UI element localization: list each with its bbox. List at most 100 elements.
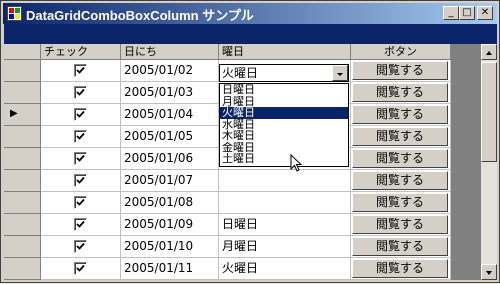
chevron-down-icon	[337, 73, 343, 76]
table-row[interactable]: 2005/01/10 月曜日 閲覧する	[4, 236, 451, 258]
table-row[interactable]: 2005/01/07 閲覧する	[4, 170, 451, 192]
row-checkbox[interactable]	[74, 152, 87, 165]
combo-dropdown-list[interactable]: 日曜日 月曜日 火曜日 水曜日 木曜日 金曜日 土曜日	[219, 83, 349, 167]
day-combobox[interactable]: 火曜日	[219, 64, 349, 82]
row-header[interactable]	[4, 236, 41, 258]
date-cell[interactable]: 2005/01/10	[121, 236, 219, 258]
date-cell[interactable]: 2005/01/11	[121, 258, 219, 280]
scroll-up-button[interactable]	[481, 44, 497, 60]
button-cell: 閲覧する	[351, 170, 451, 192]
row-checkbox[interactable]	[74, 218, 87, 231]
check-icon	[76, 220, 85, 228]
app-icon	[7, 6, 22, 21]
view-button[interactable]: 閲覧する	[352, 105, 448, 124]
check-cell	[41, 236, 121, 258]
view-button[interactable]: 閲覧する	[352, 215, 448, 234]
maximize-icon: □	[462, 7, 472, 18]
row-checkbox[interactable]	[74, 240, 87, 253]
column-header-day[interactable]: 曜日	[219, 44, 351, 60]
check-cell	[41, 82, 121, 104]
day-cell[interactable]: 火曜日	[219, 258, 351, 280]
maximize-button[interactable]: □	[459, 6, 475, 20]
scroll-thumb[interactable]	[481, 62, 497, 162]
button-cell: 閲覧する	[351, 258, 451, 280]
check-cell	[41, 126, 121, 148]
view-button[interactable]: 閲覧する	[352, 61, 448, 80]
dropdown-option[interactable]: 日曜日	[220, 84, 348, 96]
button-cell: 閲覧する	[351, 192, 451, 214]
row-checkbox[interactable]	[74, 262, 87, 275]
view-button[interactable]: 閲覧する	[352, 83, 448, 102]
date-cell[interactable]: 2005/01/07	[121, 170, 219, 192]
table-row[interactable]: 2005/01/08 閲覧する	[4, 192, 451, 214]
row-checkbox[interactable]	[74, 86, 87, 99]
button-cell: 閲覧する	[351, 60, 451, 82]
view-button[interactable]: 閲覧する	[352, 259, 448, 278]
check-icon	[76, 264, 85, 272]
row-header[interactable]	[4, 148, 41, 170]
table-row[interactable]: 2005/01/09 日曜日 閲覧する	[4, 214, 451, 236]
date-cell[interactable]: 2005/01/05	[121, 126, 219, 148]
dropdown-option[interactable]: 水曜日	[220, 119, 348, 131]
mouse-pointer-icon	[290, 154, 303, 172]
table-row[interactable]: 2005/01/11 火曜日 閲覧する	[4, 258, 451, 280]
date-cell[interactable]: 2005/01/08	[121, 192, 219, 214]
column-header-date[interactable]: 日にち	[121, 44, 219, 60]
view-button[interactable]: 閲覧する	[352, 171, 448, 190]
column-header-button[interactable]: ボタン	[351, 44, 451, 60]
check-cell	[41, 170, 121, 192]
grid-empty-area	[451, 44, 481, 280]
minimize-button[interactable]: _	[443, 6, 459, 20]
view-button[interactable]: 閲覧する	[352, 193, 448, 212]
row-checkbox[interactable]	[74, 64, 87, 77]
column-header-check[interactable]: チェック	[41, 44, 121, 60]
combo-dropdown-button[interactable]	[332, 65, 348, 81]
row-checkbox[interactable]	[74, 108, 87, 121]
dropdown-option[interactable]: 金曜日	[220, 142, 348, 154]
row-header[interactable]	[4, 126, 41, 148]
date-cell[interactable]: 2005/01/02	[121, 60, 219, 82]
row-header-corner	[4, 44, 41, 60]
row-header[interactable]	[4, 60, 41, 82]
button-cell: 閲覧する	[351, 214, 451, 236]
day-cell[interactable]: 月曜日	[219, 236, 351, 258]
view-button[interactable]: 閲覧する	[352, 237, 448, 256]
button-cell: 閲覧する	[351, 82, 451, 104]
view-button[interactable]: 閲覧する	[352, 127, 448, 146]
row-header[interactable]	[4, 192, 41, 214]
view-button[interactable]: 閲覧する	[352, 149, 448, 168]
date-cell[interactable]: 2005/01/03	[121, 82, 219, 104]
row-header[interactable]	[4, 258, 41, 280]
grid-caption-bar	[4, 24, 497, 44]
date-cell[interactable]: 2005/01/04	[121, 104, 219, 126]
dropdown-option[interactable]: 火曜日	[220, 107, 348, 119]
row-header[interactable]	[4, 170, 41, 192]
button-cell: 閲覧する	[351, 126, 451, 148]
arrow-up-icon	[486, 51, 492, 55]
current-row-indicator-icon: ▶	[10, 108, 18, 119]
row-header[interactable]	[4, 214, 41, 236]
row-checkbox[interactable]	[74, 196, 87, 209]
dropdown-option[interactable]: 木曜日	[220, 130, 348, 142]
date-cell[interactable]: 2005/01/09	[121, 214, 219, 236]
button-cell: 閲覧する	[351, 148, 451, 170]
close-button[interactable]: ✕	[477, 6, 493, 20]
dropdown-option[interactable]: 月曜日	[220, 96, 348, 108]
check-icon	[76, 198, 85, 206]
row-checkbox[interactable]	[74, 174, 87, 187]
dropdown-option[interactable]: 土曜日	[220, 153, 348, 165]
check-icon	[76, 66, 85, 74]
check-icon	[76, 132, 85, 140]
row-checkbox[interactable]	[74, 130, 87, 143]
row-header[interactable]: ▶	[4, 104, 41, 126]
date-cell[interactable]: 2005/01/06	[121, 148, 219, 170]
check-icon	[76, 88, 85, 96]
vertical-scrollbar[interactable]	[481, 44, 497, 280]
day-cell[interactable]	[219, 170, 351, 192]
row-header[interactable]	[4, 82, 41, 104]
check-icon	[76, 110, 85, 118]
scroll-down-button[interactable]	[481, 264, 497, 280]
day-cell[interactable]: 日曜日	[219, 214, 351, 236]
day-cell[interactable]	[219, 192, 351, 214]
check-cell	[41, 60, 121, 82]
